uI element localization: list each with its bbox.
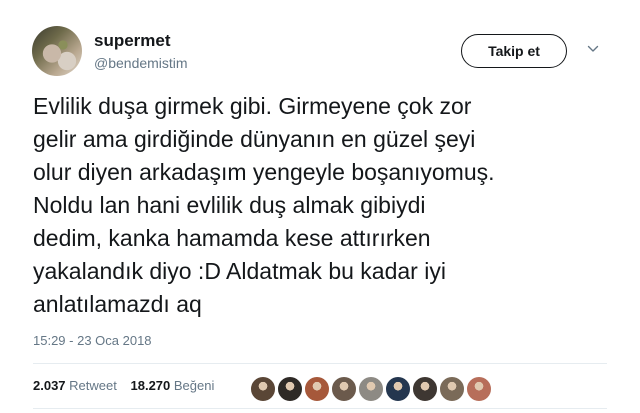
chevron-down-icon[interactable] xyxy=(587,43,599,55)
like-count-link[interactable]: 18.270 Beğeni xyxy=(131,378,215,393)
display-name[interactable]: supermet xyxy=(94,31,171,51)
tweet-card: supermet @bendemistim Takip et Evlilik d… xyxy=(0,0,640,413)
liker-avatar-4[interactable] xyxy=(331,376,357,402)
avatar[interactable] xyxy=(32,26,82,76)
liker-avatar-8[interactable] xyxy=(439,376,465,402)
liker-avatar-5[interactable] xyxy=(358,376,384,402)
liker-avatar-1[interactable] xyxy=(250,376,276,402)
tweet-stats: 2.037 Retweet 18.270 Beğeni xyxy=(33,378,224,393)
retweet-count: 2.037 xyxy=(33,378,66,393)
tweet-text: Evlilik duşa girmek gibi. Girmeyene çok … xyxy=(33,93,495,317)
like-count: 18.270 xyxy=(130,378,171,393)
follow-button-label: Takip et xyxy=(488,43,540,59)
liker-avatar-3[interactable] xyxy=(304,376,330,402)
liker-avatar-2[interactable] xyxy=(277,376,303,402)
likers-avatars xyxy=(250,376,493,402)
retweet-label: Retweet xyxy=(69,378,117,393)
liker-avatar-9[interactable] xyxy=(466,376,492,402)
liker-avatar-6[interactable] xyxy=(385,376,411,402)
divider xyxy=(33,363,607,364)
liker-avatar-7[interactable] xyxy=(412,376,438,402)
like-label: Beğeni xyxy=(173,378,215,393)
divider xyxy=(33,408,607,409)
follow-button[interactable]: Takip et xyxy=(461,34,567,68)
tweet-timestamp[interactable]: 15:29 - 23 Oca 2018 xyxy=(33,333,152,348)
retweet-count-link[interactable]: 2.037 Retweet xyxy=(33,378,117,393)
user-handle[interactable]: @bendemistim xyxy=(94,55,188,71)
